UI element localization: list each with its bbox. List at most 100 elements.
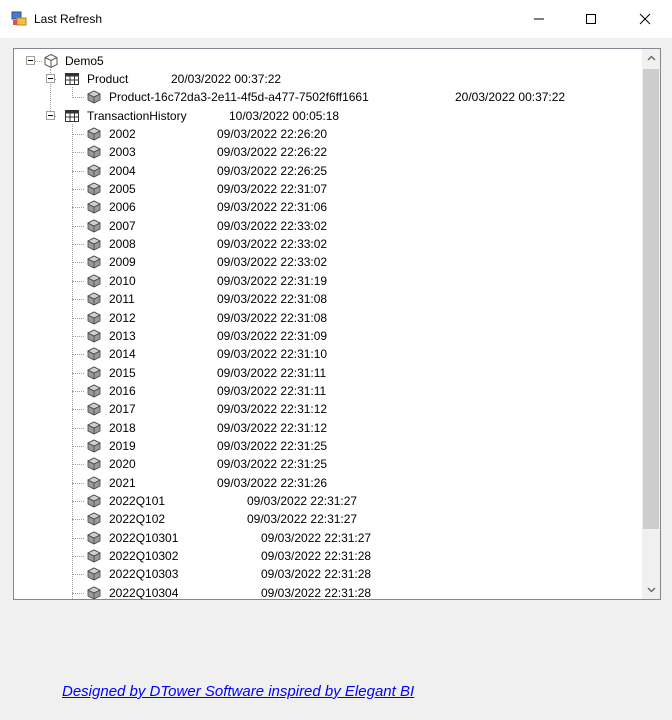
app-icon (11, 11, 27, 26)
tree-node-partition[interactable]: 2005 09/03/2022 22:31:07 (14, 180, 614, 198)
tree-node-label: 2015 (109, 366, 136, 380)
refresh-time: 09/03/2022 22:31:08 (217, 292, 328, 306)
tree-node-partition[interactable]: 2006 09/03/2022 22:31:06 (14, 198, 614, 216)
refresh-time: 09/03/2022 22:31:07 (217, 182, 328, 196)
tree-connector (72, 538, 84, 539)
minimize-button[interactable] (516, 0, 562, 38)
tree-node-partition[interactable]: 2002 09/03/2022 22:26:20 (14, 125, 614, 143)
tree-node-partition[interactable]: 2016 09/03/2022 22:31:11 (14, 382, 614, 400)
partition-icon (87, 402, 101, 416)
tree-view[interactable]: Demo5 Product 20/03/2022 00:37:22 Produc… (13, 48, 661, 600)
tree-node-partition[interactable]: 2008 09/03/2022 22:33:02 (14, 235, 614, 253)
tree-connector (72, 519, 84, 520)
refresh-time: 10/03/2022 00:05:18 (229, 109, 340, 123)
cube-outline-icon (44, 53, 58, 69)
tree-node-partition[interactable]: 2022Q101 09/03/2022 22:31:27 (14, 492, 614, 510)
tree-node-label: 2003 (109, 145, 136, 159)
partition-icon (87, 274, 101, 288)
tree-node-label: 2002 (109, 127, 136, 141)
partition-icon (87, 366, 101, 380)
tree-node-partition[interactable]: 2022Q10304 09/03/2022 22:31:28 (14, 584, 614, 599)
partition-icon (87, 384, 101, 398)
refresh-time: 09/03/2022 22:31:12 (217, 402, 328, 416)
tree-node-label: 2017 (109, 402, 136, 416)
tree-node-label: 2012 (109, 311, 136, 325)
refresh-time: 09/03/2022 22:31:28 (261, 567, 372, 581)
partition-icon (87, 421, 101, 435)
tree-node-partition[interactable]: Product-16c72da3-2e11-4f5d-a477-7502f6ff… (14, 88, 634, 106)
tree-node-partition[interactable]: 2012 09/03/2022 22:31:08 (14, 309, 614, 327)
vertical-scrollbar[interactable] (642, 49, 660, 599)
scroll-down-button[interactable] (642, 581, 660, 599)
close-button[interactable] (622, 0, 668, 38)
tree-node-partition[interactable]: 2007 09/03/2022 22:33:02 (14, 217, 614, 235)
tree-node-transactionhistory[interactable]: TransactionHistory 10/03/2022 00:05:18 (14, 107, 614, 125)
tree-connector (72, 318, 84, 319)
tree-connector (72, 556, 84, 557)
tree-node-root[interactable]: Demo5 (14, 52, 614, 70)
partition-icon (87, 237, 101, 251)
tree-node-partition[interactable]: 2009 09/03/2022 22:33:02 (14, 253, 614, 271)
tree-node-label: 2016 (109, 384, 136, 398)
tree-node-partition[interactable]: 2013 09/03/2022 22:31:09 (14, 327, 614, 345)
tree-connector (72, 262, 84, 263)
tree-node-partition[interactable]: 2022Q10303 09/03/2022 22:31:28 (14, 565, 614, 583)
tree-content: Demo5 Product 20/03/2022 00:37:22 Produc… (14, 49, 642, 599)
partition-icon (87, 182, 101, 196)
refresh-time: 09/03/2022 22:31:27 (247, 494, 358, 508)
refresh-time: 09/03/2022 22:26:20 (217, 127, 328, 141)
tree-node-partition[interactable]: 2018 09/03/2022 22:31:12 (14, 419, 614, 437)
footer-credit-link[interactable]: Designed by DTower Software inspired by … (62, 683, 414, 700)
tree-node-partition[interactable]: 2022Q10302 09/03/2022 22:31:28 (14, 547, 614, 565)
partition-icon (87, 127, 101, 141)
refresh-time: 09/03/2022 22:31:28 (261, 586, 372, 599)
tree-node-partition[interactable]: 2014 09/03/2022 22:31:10 (14, 345, 614, 363)
collapse-toggle[interactable] (26, 56, 35, 65)
maximize-button[interactable] (568, 0, 614, 38)
tree-connector (72, 299, 84, 300)
chevron-up-icon (647, 55, 655, 61)
tree-node-partition[interactable]: 2015 09/03/2022 22:31:11 (14, 364, 614, 382)
tree-node-label: 2020 (109, 457, 136, 471)
tree-node-label: 2022Q10301 (109, 531, 179, 545)
tree-node-partition[interactable]: 2017 09/03/2022 22:31:12 (14, 400, 614, 418)
tree-connector (72, 189, 84, 190)
tree-connector (72, 281, 84, 282)
tree-node-partition[interactable]: 2022Q10301 09/03/2022 22:31:27 (14, 529, 614, 547)
tree-node-partition[interactable]: 2021 09/03/2022 22:31:26 (14, 474, 614, 492)
tree-node-partition[interactable]: 2003 09/03/2022 22:26:22 (14, 143, 614, 161)
tree-node-label: 2004 (109, 164, 136, 178)
tree-node-label: 2011 (109, 292, 135, 306)
tree-node-partition[interactable]: 2004 09/03/2022 22:26:25 (14, 162, 614, 180)
refresh-time: 09/03/2022 22:31:28 (261, 549, 372, 563)
tree-node-label: 2006 (109, 200, 136, 214)
collapse-toggle[interactable] (46, 111, 55, 120)
tree-connector (72, 501, 84, 502)
table-icon (65, 73, 79, 85)
tree-node-label: 2010 (109, 274, 136, 288)
tree-node-partition[interactable]: 2010 09/03/2022 22:31:19 (14, 272, 614, 290)
tree-connector (72, 244, 84, 245)
title-bar: Last Refresh (0, 0, 672, 38)
tree-node-label: Product-16c72da3-2e11-4f5d-a477-7502f6ff… (109, 90, 369, 104)
refresh-time: 09/03/2022 22:31:08 (217, 311, 328, 325)
collapse-toggle[interactable] (46, 74, 55, 83)
tree-node-partition[interactable]: 2019 09/03/2022 22:31:25 (14, 437, 614, 455)
partition-icon (87, 457, 101, 471)
partition-icon (87, 255, 101, 269)
tree-node-partition[interactable]: 2011 09/03/2022 22:31:08 (14, 290, 614, 308)
maximize-icon (586, 14, 596, 24)
refresh-time: 09/03/2022 22:33:02 (217, 219, 328, 233)
tree-connector (72, 483, 84, 484)
scroll-thumb[interactable] (643, 69, 659, 529)
tree-connector (72, 207, 84, 208)
tree-node-product[interactable]: Product 20/03/2022 00:37:22 (14, 70, 614, 88)
partition-icon (87, 531, 101, 545)
tree-node-label: 2005 (109, 182, 136, 196)
refresh-time: 09/03/2022 22:31:11 (217, 384, 327, 398)
partition-icon (87, 90, 101, 104)
tree-node-partition[interactable]: 2022Q102 09/03/2022 22:31:27 (14, 510, 614, 528)
scroll-up-button[interactable] (642, 49, 660, 67)
tree-node-partition[interactable]: 2020 09/03/2022 22:31:25 (14, 455, 614, 473)
tree-connector (72, 428, 84, 429)
